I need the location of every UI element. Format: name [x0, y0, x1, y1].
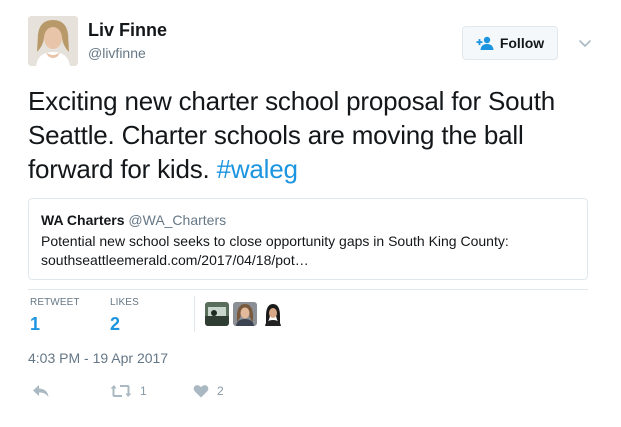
like-button[interactable]: 2: [193, 384, 224, 398]
quoted-tweet-text: Potential new school seeks to close oppo…: [41, 232, 575, 270]
liker-avatars: [205, 302, 285, 326]
liker-avatar[interactable]: [205, 302, 229, 326]
liker-avatar-image: [261, 302, 285, 326]
tweet-card: Liv Finne @livfinne Follow Exciting new …: [0, 0, 621, 427]
quoted-tweet-author-handle: @WA_Charters: [128, 212, 227, 228]
tweet-timestamp[interactable]: 4:03 PM - 19 Apr 2017: [28, 350, 168, 366]
liker-avatar[interactable]: [261, 302, 285, 326]
likes-stat-value: 2: [110, 314, 121, 334]
tweet-text: Exciting new charter school proposal for…: [28, 84, 598, 186]
retweet-button[interactable]: 1: [110, 384, 147, 398]
reply-icon: [33, 385, 49, 397]
stats-divider-top: [28, 289, 588, 290]
author-avatar-image: [28, 16, 78, 66]
follow-button[interactable]: Follow: [462, 26, 558, 60]
retweet-count: 1: [140, 384, 147, 398]
like-count: 2: [217, 384, 224, 398]
likes-stat[interactable]: LIKES 2: [110, 297, 139, 335]
liker-avatar-image: [233, 302, 257, 326]
author-handle[interactable]: @livfinne: [88, 45, 146, 61]
quoted-tweet-body: Potential new school seeks to close oppo…: [41, 233, 509, 249]
retweets-stat[interactable]: RETWEET 1: [30, 297, 80, 335]
quoted-tweet-author-name: WA Charters: [41, 212, 125, 228]
retweets-stat-label: RETWEET: [30, 297, 80, 308]
quoted-tweet-link: southseattleemerald.com/2017/04/18/pot…: [41, 252, 309, 268]
liker-avatar[interactable]: [233, 302, 257, 326]
stats-separator: [194, 296, 195, 332]
add-user-icon: [476, 36, 494, 50]
quoted-tweet-header: WA Charters @WA_Charters: [41, 211, 575, 229]
author-avatar[interactable]: [28, 16, 78, 66]
follow-button-label: Follow: [499, 35, 545, 51]
quoted-tweet[interactable]: WA Charters @WA_Charters Potential new s…: [28, 198, 588, 280]
heart-icon: [193, 385, 209, 398]
chevron-down-icon: [579, 40, 591, 47]
author-name[interactable]: Liv Finne: [88, 20, 167, 41]
liker-avatar-image: [205, 302, 229, 326]
more-options-button[interactable]: [578, 36, 592, 54]
retweets-stat-value: 1: [30, 314, 41, 334]
retweet-icon: [110, 385, 132, 397]
likes-stat-label: LIKES: [110, 297, 139, 308]
hashtag-link[interactable]: #waleg: [217, 154, 298, 184]
reply-button[interactable]: [32, 384, 50, 398]
